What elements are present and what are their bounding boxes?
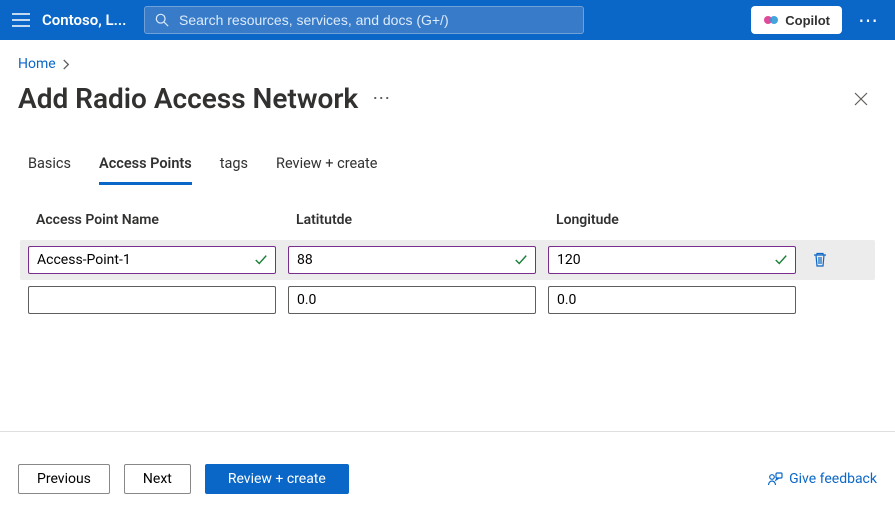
top-app-bar: Contoso, L... Copilot ⋯ (0, 0, 895, 40)
give-feedback-link[interactable]: Give feedback (767, 471, 877, 487)
review-create-button[interactable]: Review + create (205, 464, 349, 494)
copilot-icon (763, 12, 779, 28)
search-icon (155, 13, 169, 27)
page-title: Add Radio Access Network (18, 82, 358, 115)
tab-access-points[interactable]: Access Points (99, 149, 192, 185)
global-search-input[interactable] (177, 11, 573, 29)
longitude-input[interactable] (548, 286, 796, 314)
access-points-grid: Access Point Name Latitutde Longitude (18, 212, 877, 320)
tab-bar: Basics Access Points tags Review + creat… (18, 149, 877, 186)
column-header-longitude: Longitude (548, 212, 796, 228)
tab-review[interactable]: Review + create (276, 149, 377, 185)
copilot-label: Copilot (785, 13, 830, 28)
topbar-more-icon[interactable]: ⋯ (854, 8, 883, 32)
delete-row-icon[interactable] (812, 252, 828, 268)
page-title-more-icon[interactable]: ⋯ (372, 88, 390, 109)
longitude-input[interactable] (548, 246, 796, 274)
global-search[interactable] (144, 6, 584, 34)
checkmark-icon (254, 253, 268, 267)
breadcrumb: Home (18, 52, 877, 82)
give-feedback-label: Give feedback (789, 471, 877, 487)
tab-tags[interactable]: tags (220, 149, 248, 185)
tab-basics[interactable]: Basics (28, 149, 71, 185)
copilot-button[interactable]: Copilot (751, 6, 842, 34)
next-button[interactable]: Next (124, 464, 191, 494)
tenant-name[interactable]: Contoso, L... (42, 11, 132, 29)
access-point-name-input[interactable] (28, 286, 276, 314)
checkmark-icon (774, 253, 788, 267)
previous-button[interactable]: Previous (18, 464, 110, 494)
table-row (28, 280, 867, 320)
hamburger-icon[interactable] (12, 13, 30, 27)
checkmark-icon (514, 253, 528, 267)
column-header-latitude: Latitutde (288, 212, 536, 228)
person-feedback-icon (767, 471, 783, 487)
table-row (20, 240, 875, 280)
page-content: Home Add Radio Access Network ⋯ Basics A… (0, 40, 895, 431)
column-header-name: Access Point Name (28, 212, 276, 228)
chevron-right-icon (62, 59, 71, 70)
grid-header: Access Point Name Latitutde Longitude (28, 212, 867, 228)
close-icon[interactable] (853, 91, 877, 107)
access-point-name-input[interactable] (28, 246, 276, 274)
page-footer: Previous Next Review + create Give feedb… (0, 431, 895, 505)
page-title-row: Add Radio Access Network ⋯ (18, 82, 877, 115)
breadcrumb-home[interactable]: Home (18, 56, 56, 72)
latitude-input[interactable] (288, 246, 536, 274)
latitude-input[interactable] (288, 286, 536, 314)
